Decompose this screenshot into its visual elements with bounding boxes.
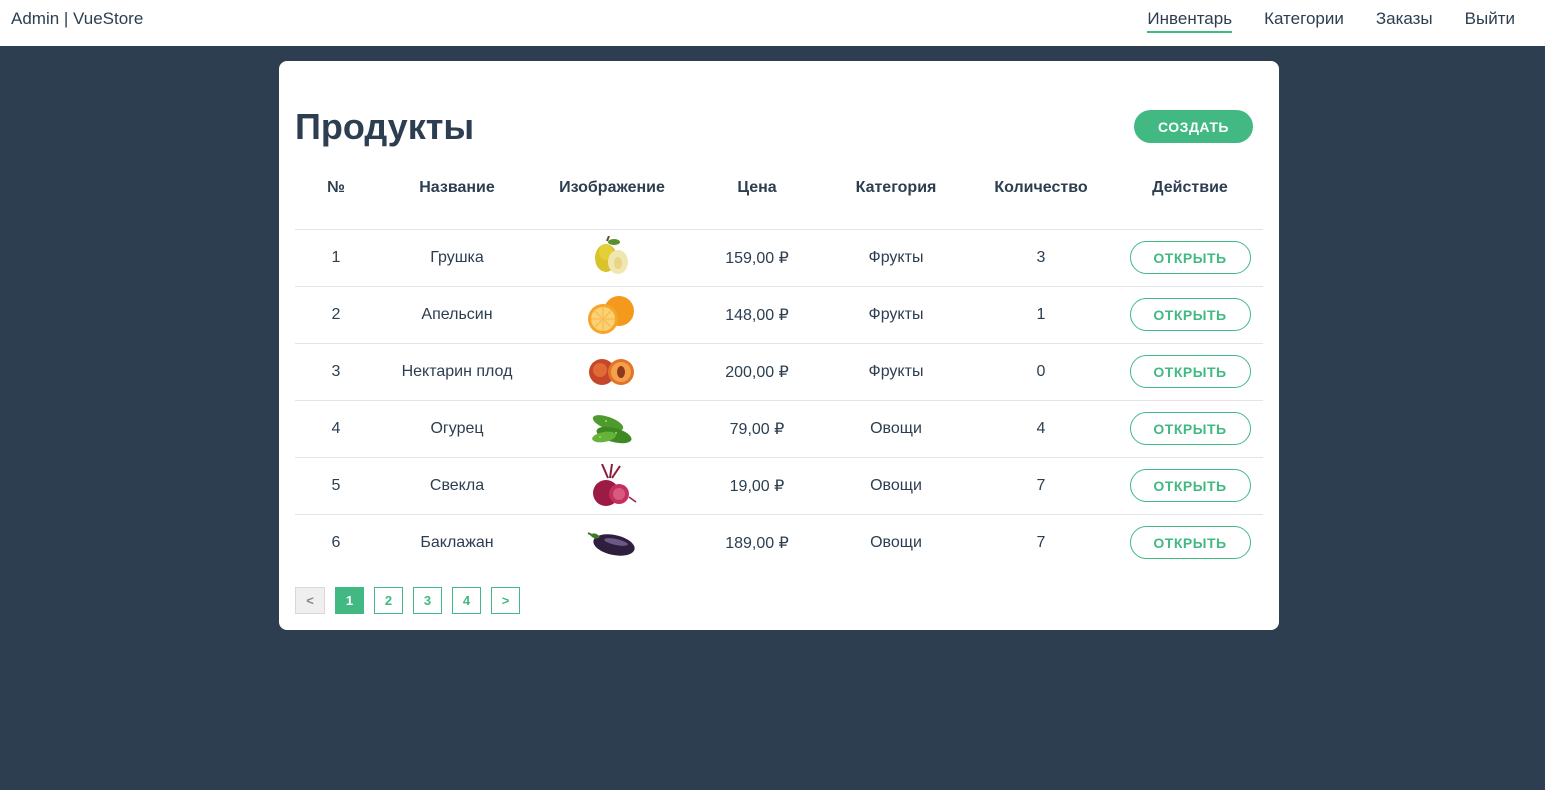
page-title: Продукты [295,106,475,147]
cell-action: ОТКРЫТЬ [1117,229,1263,287]
pagination-page-4[interactable]: 4 [452,587,481,614]
pagination-page-3[interactable]: 3 [413,587,442,614]
cell-action: ОТКРЫТЬ [1117,457,1263,515]
table-row: 3 Нектарин плод 200,00 ₽ Фрукты 0 ОТКРЫТ… [295,343,1263,401]
cell-price: 200,00 ₽ [687,343,827,401]
table-row: 6 Баклажан 189,00 ₽ Овощи 7 ОТКРЫТЬ [295,514,1263,571]
brand-title: Admin | VueStore [11,9,144,28]
eggplant-image [587,531,635,556]
beet-image [593,463,637,506]
cell-quantity: 7 [965,457,1117,515]
open-button[interactable]: ОТКРЫТЬ [1129,298,1251,331]
cell-category: Овощи [827,457,965,515]
cell-category: Фрукты [827,229,965,287]
pear-image [595,235,628,274]
column-header-category: Категория [827,157,965,230]
cell-category: Овощи [870,533,922,551]
cell-category: Фрукты [827,286,965,344]
cell-image [537,514,687,571]
cell-name: Грушка [377,229,537,287]
create-button[interactable]: СОЗДАТЬ [1134,110,1253,143]
cell-action: ОТКРЫТЬ [1117,400,1263,458]
cell-image [537,343,687,401]
open-button[interactable]: ОТКРЫТЬ [1129,412,1251,445]
cell-quantity: 7 [1036,533,1046,551]
column-header-name: Название [377,157,537,230]
cell-number: 1 [295,229,377,287]
nav-logout[interactable]: Выйти [1465,0,1515,33]
products-card: Продукты СОЗДАТЬ № Название Изображение … [279,61,1279,630]
cell-image [537,229,687,287]
main-nav: Инвентарь Категории Заказы Выйти [1115,0,1515,46]
cucumber-image [592,414,632,443]
table-row: 1 Грушка 159,00 ₽ Фрукты 3 ОТКРЫТЬ [295,229,1263,287]
cell-image [537,286,687,344]
open-button[interactable]: ОТКРЫТЬ [1129,526,1251,560]
nectarine-image [589,358,634,385]
cell-name: Огурец [377,400,537,458]
cell-quantity: 3 [965,229,1117,287]
cell-category: Фрукты [827,343,965,401]
cell-number: 6 [331,533,341,551]
cell-number: 3 [295,343,377,401]
column-header-action: Действие [1117,157,1263,230]
pagination-prev-button[interactable]: < [295,587,325,614]
cell-price: 148,00 ₽ [687,286,827,344]
products-table: № Название Изображение Цена Категория Ко… [295,157,1263,571]
pagination-page-2[interactable]: 2 [374,587,403,614]
cell-price: 79,00 ₽ [687,400,827,458]
cell-price: 159,00 ₽ [687,229,827,287]
cell-number: 4 [295,400,377,458]
table-row: 4 Огурец 79,00 ₽ Овощи 4 ОТКРЫТЬ [295,400,1263,458]
cell-image [537,457,687,515]
nav-inventory[interactable]: Инвентарь [1147,0,1233,33]
nav-orders[interactable]: Заказы [1376,0,1433,33]
nav-categories[interactable]: Категории [1264,0,1344,33]
cell-image [537,400,687,458]
cell-price: 19,00 ₽ [687,457,827,515]
column-header-number: № [295,157,377,230]
open-button[interactable]: ОТКРЫТЬ [1129,355,1251,388]
column-header-price: Цена [687,157,827,230]
cell-quantity: 0 [965,343,1117,401]
column-header-image: Изображение [537,157,687,230]
table-row: 2 Апельсин 148,00 ₽ Фрукты 1 ОТКРЫТЬ [295,286,1263,344]
cell-action: ОТКРЫТЬ [1117,514,1263,571]
cell-name: Нектарин плод [377,343,537,401]
pagination: < 1 2 3 4 > [295,587,530,614]
cell-quantity: 4 [965,400,1117,458]
cell-name: Баклажан [420,533,494,551]
cell-quantity: 1 [965,286,1117,344]
orange-image [588,295,634,334]
table-row: 5 Свекла 19,00 ₽ Овощи 7 ОТКРЫТЬ [295,457,1263,515]
cell-name: Апельсин [377,286,537,344]
cell-action: ОТКРЫТЬ [1117,286,1263,344]
pagination-page-1[interactable]: 1 [335,587,364,614]
cell-name: Свекла [377,457,537,515]
table-header-row: № Название Изображение Цена Категория Ко… [295,157,1263,230]
open-button[interactable]: ОТКРЫТЬ [1129,241,1251,274]
cell-category: Овощи [827,400,965,458]
top-navbar: Admin | VueStore Инвентарь Категории Зак… [0,0,1545,46]
cell-number: 5 [295,457,377,515]
cell-action: ОТКРЫТЬ [1117,343,1263,401]
pagination-next-button[interactable]: > [491,587,520,614]
cell-price: 189,00 ₽ [725,534,789,552]
column-header-quantity: Количество [965,157,1117,230]
open-button[interactable]: ОТКРЫТЬ [1129,469,1251,502]
cell-number: 2 [295,286,377,344]
